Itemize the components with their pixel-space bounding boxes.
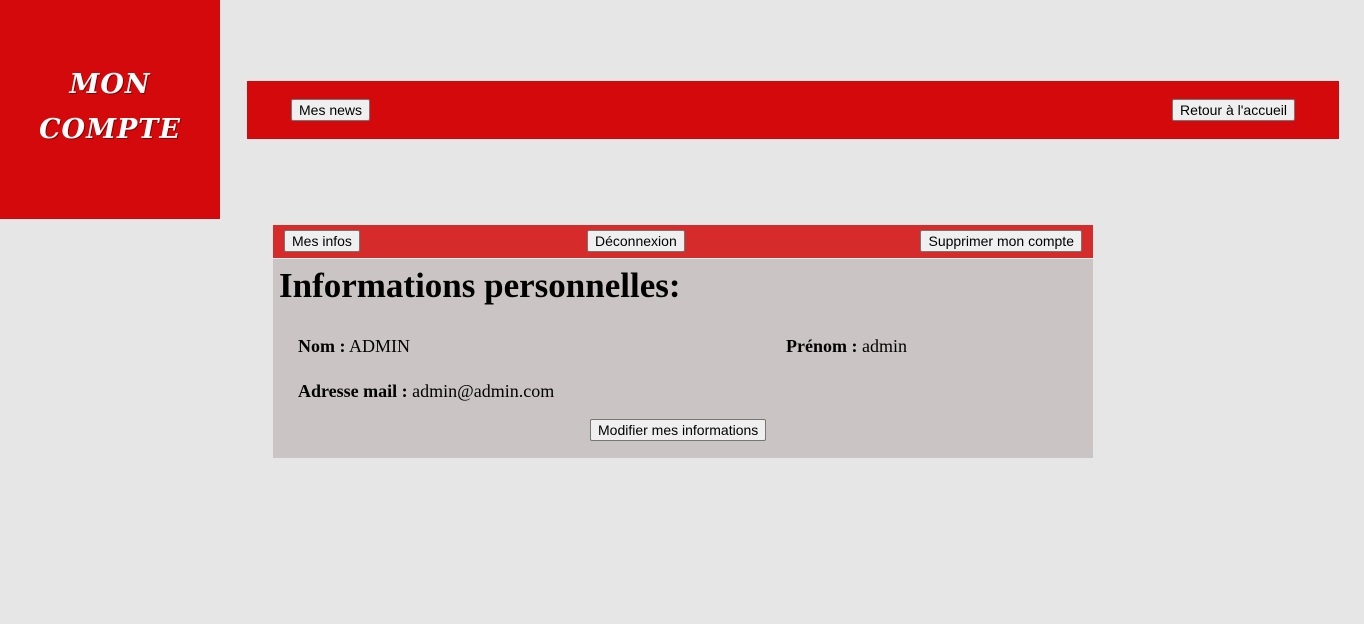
edit-info-button[interactable]: Modifier mes informations <box>590 419 767 441</box>
logo-line-2: Compte <box>39 113 181 145</box>
logout-button[interactable]: Déconnexion <box>587 230 685 252</box>
first-name-field: Prénom : admin <box>786 335 907 357</box>
my-infos-button[interactable]: Mes infos <box>284 230 360 252</box>
account-action-bar: Mes infos Déconnexion Supprimer mon comp… <box>273 225 1093 259</box>
personal-info-title: Informations personnelles: <box>279 266 681 305</box>
last-name-label: Nom : <box>298 336 346 356</box>
logo-line-1: Mon <box>69 68 151 100</box>
logo-text: Mon Compte <box>20 62 200 152</box>
first-name-value: admin <box>861 336 907 356</box>
my-news-button[interactable]: Mes news <box>291 99 371 121</box>
last-name-value: ADMIN <box>349 336 411 356</box>
email-value: admin@admin.com <box>412 381 555 401</box>
back-home-button[interactable]: Retour à l'accueil <box>1172 99 1295 121</box>
email-label: Adresse mail : <box>298 381 408 401</box>
account-panel: Mes infos Déconnexion Supprimer mon comp… <box>273 225 1093 458</box>
last-name-field: Nom : ADMIN <box>298 335 410 357</box>
delete-account-button[interactable]: Supprimer mon compte <box>920 230 1082 252</box>
top-nav-bar: Mes news Retour à l'accueil <box>247 81 1339 139</box>
site-logo: Mon Compte <box>0 0 220 219</box>
email-field: Adresse mail : admin@admin.com <box>298 380 554 402</box>
first-name-label: Prénom : <box>786 336 858 356</box>
